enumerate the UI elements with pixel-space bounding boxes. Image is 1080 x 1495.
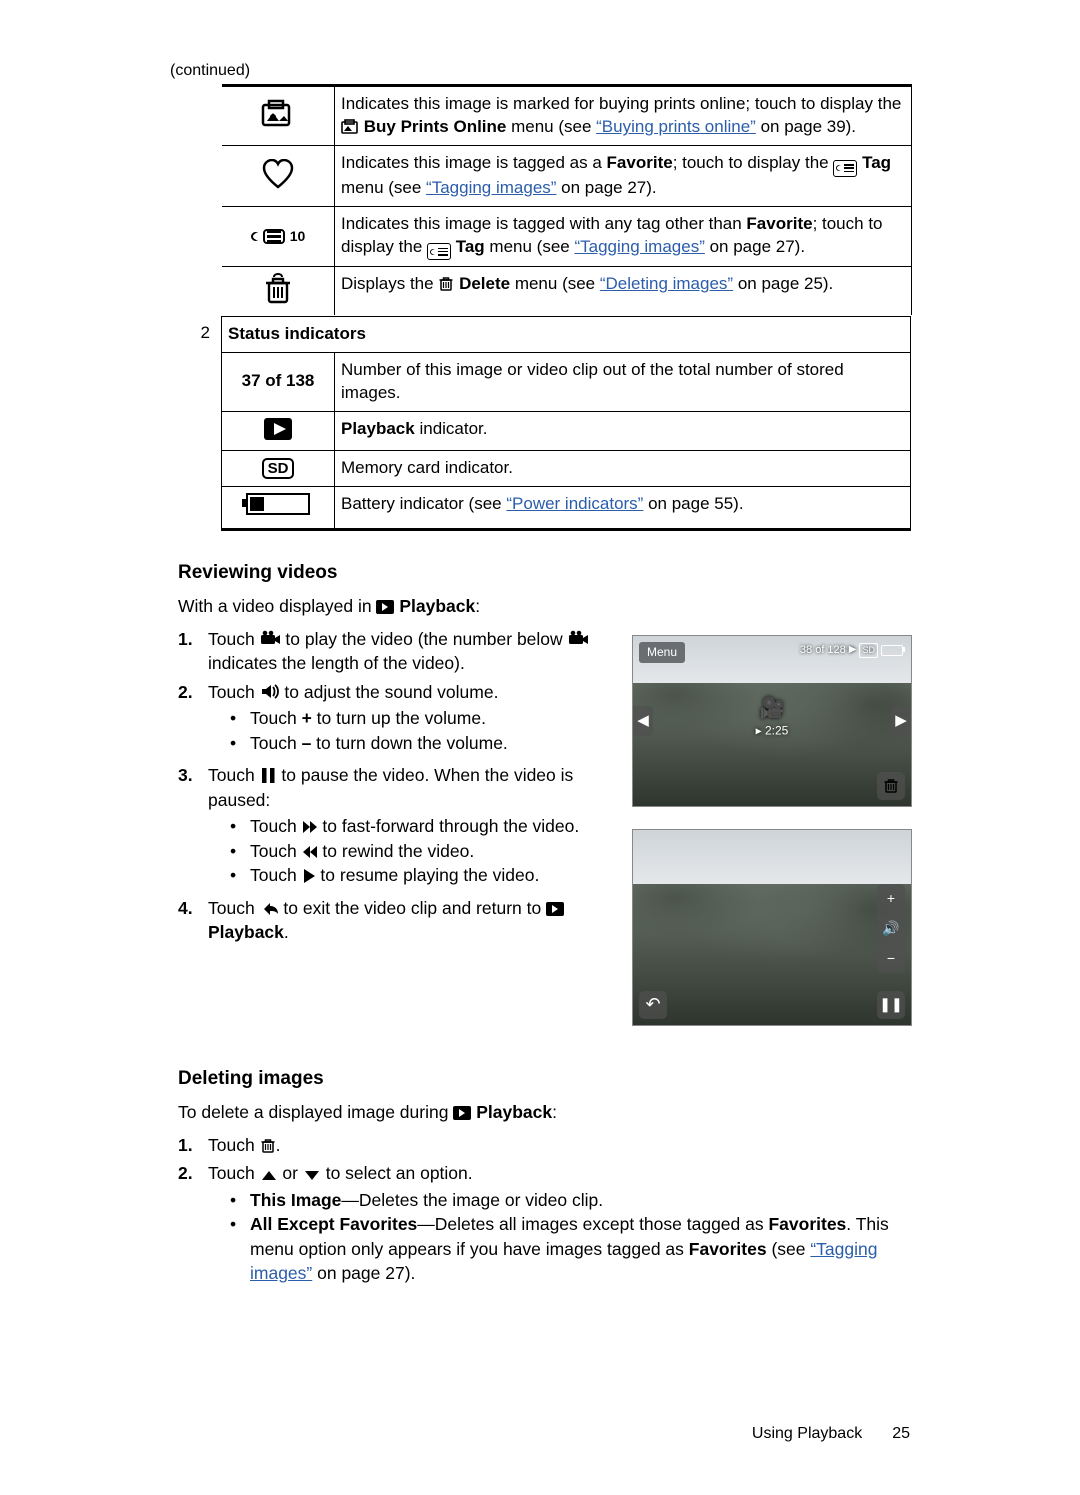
battery-icon	[222, 486, 335, 529]
camera-screenshot-1: Menu 38 of 128▶SD ◀ ▶ 🎥▸ 2:25	[632, 635, 912, 807]
image-count-label: 37 of 138	[222, 353, 335, 412]
play-icon	[302, 868, 316, 884]
buying-prints-link[interactable]: “Buying prints online”	[596, 117, 756, 136]
delete-step-2: Touch or to select an option. •This Imag…	[208, 1161, 910, 1290]
step-1: Touch to play the video (the number belo…	[208, 627, 616, 676]
volume-controls: +🔊−	[877, 884, 905, 973]
reviewing-videos-heading: Reviewing videos	[178, 560, 910, 587]
section-number: 2	[175, 315, 220, 532]
delete-step-1: Touch .	[208, 1133, 910, 1158]
memory-card-desc: Memory card indicator.	[335, 450, 911, 486]
playback-icon	[222, 411, 335, 450]
battery-desc: Battery indicator (see “Power indicators…	[335, 486, 911, 529]
favorite-desc: Indicates this image is tagged as a Favo…	[335, 146, 912, 206]
trash-icon	[222, 267, 335, 315]
video-icon	[568, 630, 589, 648]
deleting-images-link[interactable]: “Deleting images”	[600, 274, 733, 293]
pause-button-icon: ❚❚	[877, 991, 905, 1019]
sound-icon	[260, 682, 280, 701]
tagging-images-link[interactable]: “Tagging images”	[574, 237, 704, 256]
prev-arrow-icon: ◀	[633, 706, 653, 736]
step-2: Touch to adjust the sound volume. •Touch…	[208, 680, 616, 760]
down-arrow-icon	[303, 1168, 321, 1182]
deleting-images-heading: Deleting images	[178, 1066, 910, 1093]
rewind-icon	[302, 844, 318, 860]
buy-prints-desc: Indicates this image is marked for buyin…	[335, 86, 912, 146]
tagging-images-link[interactable]: “Tagging images”	[426, 178, 556, 197]
pause-icon	[260, 767, 277, 784]
deleting-images-intro: To delete a displayed image during Playb…	[178, 1100, 910, 1125]
playback-small-icon	[546, 902, 564, 916]
image-count-desc: Number of this image or video clip out o…	[335, 353, 911, 412]
up-arrow-icon	[260, 1168, 278, 1182]
video-duration: 🎥▸ 2:25	[756, 695, 789, 740]
playback-small-icon	[453, 1106, 471, 1120]
step-3: Touch to pause the video. When the video…	[208, 763, 616, 892]
tag-small-icon	[427, 243, 451, 260]
buy-prints-icon	[222, 86, 335, 146]
heart-icon	[222, 146, 335, 206]
status-indicators-header: Status indicators	[222, 317, 911, 353]
icon-description-table: Indicates this image is marked for buyin…	[222, 84, 912, 315]
step-4: Touch to exit the video clip and return …	[208, 896, 616, 945]
trash-button-icon	[877, 772, 905, 800]
page-footer: Using Playback25	[752, 1423, 910, 1445]
delete-desc: Displays the Delete menu (see “Deleting …	[335, 267, 912, 315]
trash-small-icon	[260, 1137, 276, 1154]
buy-prints-small-icon	[341, 119, 359, 135]
sd-icon: SD	[222, 450, 335, 486]
back-icon	[260, 899, 279, 917]
reviewing-videos-steps: 1. Touch to play the video (the number b…	[175, 627, 616, 945]
camera-screenshot-2: +🔊− ↶ ❚❚	[632, 829, 912, 1026]
trash-small-icon	[438, 275, 454, 292]
back-button-icon: ↶	[639, 991, 667, 1019]
power-indicators-link[interactable]: “Power indicators”	[506, 494, 643, 513]
playback-indicator-desc: Playback indicator.	[335, 411, 911, 450]
tag-10-icon: 10	[222, 206, 335, 266]
other-tag-desc: Indicates this image is tagged with any …	[335, 206, 912, 266]
menu-button: Menu	[639, 642, 685, 663]
next-arrow-icon: ▶	[891, 706, 911, 736]
deleting-images-steps: 1. Touch . 2. Touch or to select an opti…	[175, 1133, 910, 1290]
continued-label: (continued)	[170, 60, 910, 82]
playback-small-icon	[376, 600, 394, 614]
status-bar-count: 38 of 128▶SD	[800, 643, 903, 658]
video-icon	[260, 630, 281, 648]
status-indicators-table: 2 Status indicators 37 of 138 Number of …	[175, 315, 912, 532]
reviewing-videos-intro: With a video displayed in Playback:	[178, 594, 910, 619]
tag-small-icon	[833, 160, 857, 177]
fast-forward-icon	[302, 819, 318, 835]
